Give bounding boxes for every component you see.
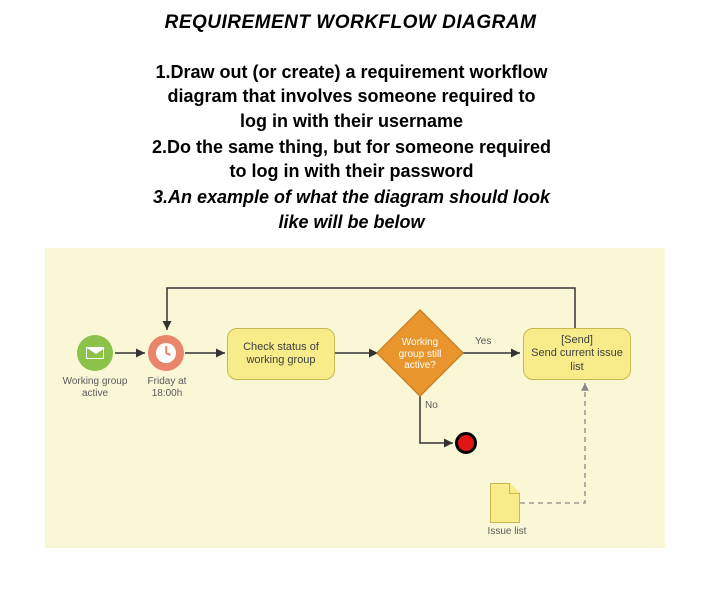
instruction-1-line2: diagram that involves someone required t… (52, 84, 651, 108)
instruction-2-line1: Do the same thing, but for someone requi… (167, 137, 551, 157)
instruction-1: 1.Draw out (or create) a requirement wor… (52, 60, 651, 133)
data-object-label: Issue list (477, 526, 537, 538)
data-object-issue-list (490, 483, 520, 523)
instruction-3: 3.An example of what the diagram should … (52, 185, 651, 234)
timer-event-label: Friday at 18:00h (137, 376, 197, 399)
task-send-issue-list: [Send] Send current issue list (523, 328, 631, 380)
page-title: REQUIREMENT WORKFLOW DIAGRAM (0, 12, 701, 34)
instruction-1-line3: log in with their username (52, 109, 651, 133)
timer-event (148, 335, 184, 371)
instruction-3-line1: An example of what the diagram should lo… (168, 187, 550, 207)
end-event (455, 432, 477, 454)
envelope-icon (86, 347, 104, 359)
instruction-1-number: 1. (155, 62, 170, 82)
start-event-label: Working group active (59, 376, 131, 399)
start-event (77, 335, 113, 371)
gateway-active (376, 309, 464, 397)
instruction-3-number: 3. (153, 187, 168, 207)
instructions-list: 1.Draw out (or create) a requirement wor… (52, 60, 651, 234)
workflow-diagram: Working group active Friday at 18:00h Ch… (45, 248, 665, 548)
edge-yes-label: Yes (475, 336, 491, 347)
clock-icon (156, 343, 176, 363)
instruction-2-line2: to log in with their password (52, 159, 651, 183)
instruction-2: 2.Do the same thing, but for someone req… (52, 135, 651, 184)
instruction-3-line2: like will be below (52, 210, 651, 234)
instruction-2-number: 2. (152, 137, 167, 157)
task-check-status: Check status of working group (227, 328, 335, 380)
instruction-1-line1: Draw out (or create) a requirement workf… (170, 62, 547, 82)
edge-no-label: No (425, 400, 438, 411)
